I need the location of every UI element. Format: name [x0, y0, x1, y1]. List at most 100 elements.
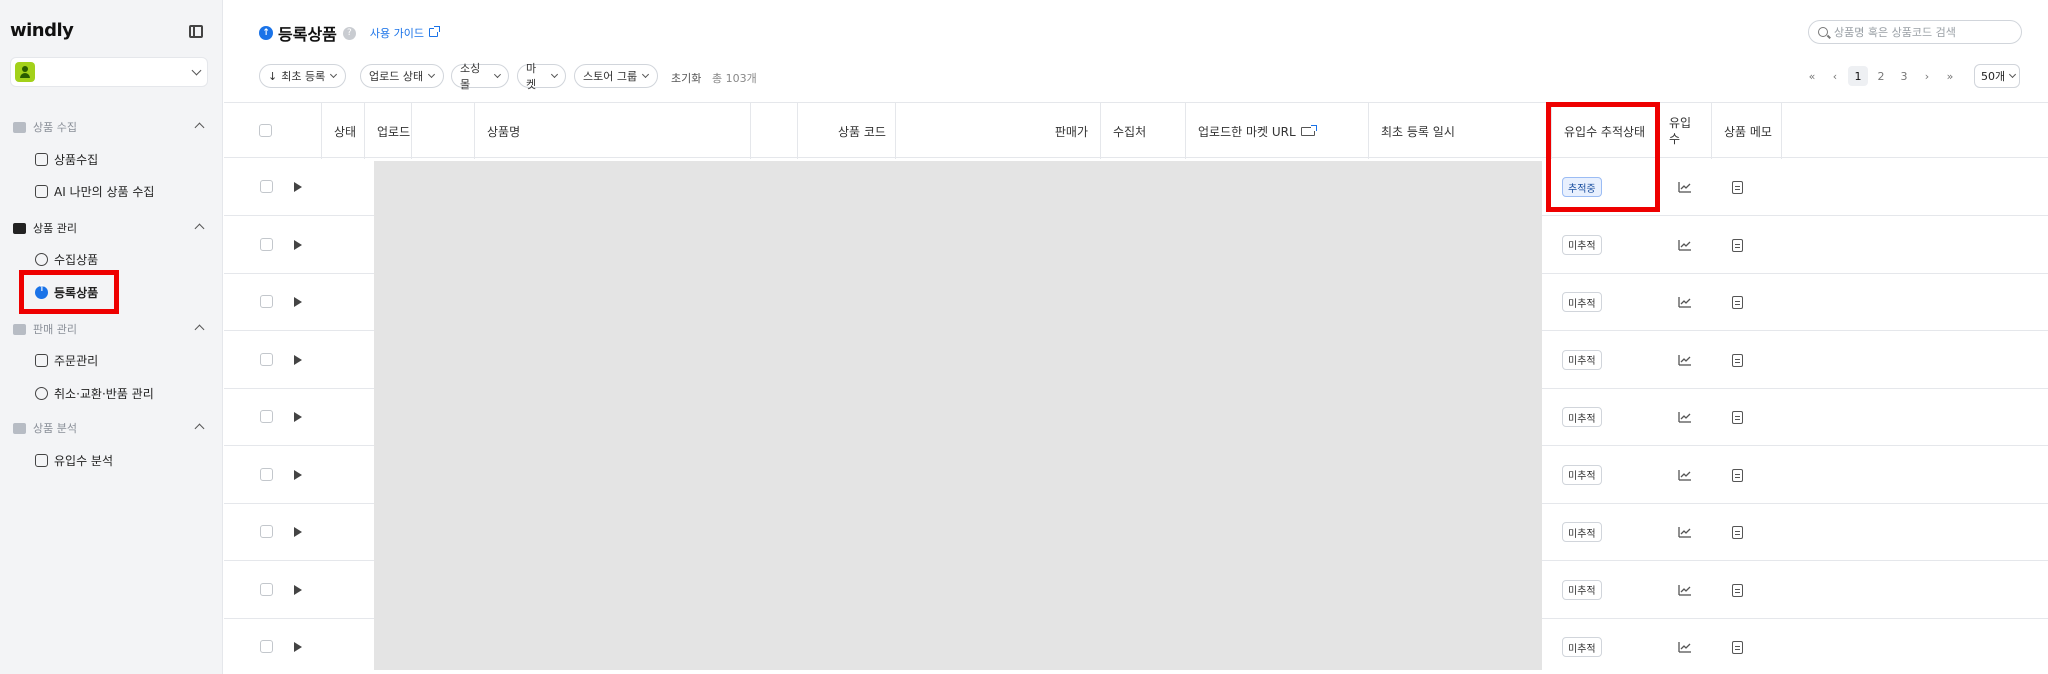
- memo-icon[interactable]: [1732, 411, 1743, 424]
- chevron-up-icon: [194, 223, 205, 234]
- header-memo[interactable]: 상품 메모: [1712, 103, 1782, 159]
- row-checkbox[interactable]: [260, 410, 273, 423]
- sidebar-item-ai-collect[interactable]: AI 나만의 상품 수집: [35, 181, 154, 201]
- memo-icon[interactable]: [1732, 468, 1743, 482]
- chart-icon[interactable]: [1678, 584, 1692, 596]
- row-checkbox[interactable]: [260, 525, 273, 538]
- tracking-status-badge[interactable]: 미추적: [1562, 407, 1602, 427]
- expand-icon[interactable]: [294, 584, 302, 595]
- help-icon[interactable]: ?: [342, 26, 356, 40]
- chart-icon[interactable]: [1678, 469, 1692, 481]
- store-group-filter[interactable]: 스토어 그룹: [574, 64, 658, 88]
- tracking-status-badge[interactable]: 미추적: [1562, 292, 1602, 312]
- memo-icon[interactable]: [1732, 181, 1743, 194]
- section-product-collect[interactable]: 상품 수집: [13, 119, 205, 135]
- header-product-code[interactable]: 상품 코드: [798, 103, 896, 159]
- header-traffic[interactable]: 유입 수: [1660, 103, 1712, 159]
- store-icon: [13, 323, 26, 335]
- tracking-status-badge[interactable]: 미추적: [1562, 522, 1602, 542]
- chart-icon[interactable]: [1678, 526, 1692, 538]
- sidebar-item-returns[interactable]: 취소·교환·반품 관리: [35, 383, 154, 403]
- chart-icon[interactable]: [1678, 296, 1692, 308]
- header-first-registered[interactable]: 최초 등록 일시: [1369, 103, 1552, 159]
- expand-icon[interactable]: [294, 642, 302, 652]
- market-filter[interactable]: 마켓: [517, 62, 566, 91]
- row-checkbox[interactable]: [260, 237, 273, 251]
- chevron-down-icon: [191, 65, 202, 76]
- sidebar: windly 상품 수집 상품수집 AI 나만의 상품 수집 상품 관리 수집상…: [0, 0, 223, 674]
- row-checkbox[interactable]: [260, 582, 273, 596]
- header-product-name[interactable]: 상품명: [475, 103, 751, 159]
- clipboard-check-icon: [13, 422, 26, 434]
- chart-icon[interactable]: [1678, 411, 1692, 423]
- chevron-down-icon: [330, 70, 338, 78]
- gift-icon: [13, 222, 26, 234]
- clipboard-icon: [35, 353, 48, 367]
- sidebar-item-traffic[interactable]: 유입수 분석: [35, 450, 113, 470]
- upload-status-filter[interactable]: 업로드 상태: [360, 64, 444, 88]
- row-checkbox[interactable]: [260, 467, 273, 481]
- memo-icon[interactable]: [1732, 526, 1743, 539]
- sort-filter[interactable]: ↓ 최초 등록: [259, 64, 346, 88]
- account-select[interactable]: [10, 57, 208, 87]
- first-page-button[interactable]: «: [1802, 66, 1822, 86]
- select-all-checkbox[interactable]: [259, 124, 272, 137]
- page-button[interactable]: 2: [1871, 66, 1891, 86]
- chart-icon[interactable]: [1678, 354, 1692, 366]
- section-title: 상품 분석: [33, 422, 77, 435]
- page-size-select[interactable]: 50개: [1974, 64, 2020, 88]
- tracking-status-badge[interactable]: 미추적: [1562, 579, 1602, 600]
- tracking-status-badge[interactable]: 미추적: [1562, 464, 1602, 485]
- header-upload[interactable]: 업로드: [365, 103, 412, 159]
- reset-button[interactable]: 초기화: [671, 70, 701, 86]
- sidebar-item-collect[interactable]: 상품수집: [35, 149, 98, 169]
- memo-icon[interactable]: [1732, 641, 1743, 654]
- sidebar-item-collected[interactable]: 수집상품: [35, 249, 98, 269]
- sidebar-item-orders[interactable]: 주문관리: [35, 350, 98, 370]
- prev-page-button[interactable]: ‹: [1825, 66, 1845, 86]
- page-button[interactable]: 1: [1848, 66, 1868, 86]
- search-input[interactable]: [1834, 25, 2014, 39]
- expand-icon[interactable]: [294, 469, 302, 480]
- sidebar-toggle-icon[interactable]: [189, 25, 203, 38]
- section-product-manage[interactable]: 상품 관리: [13, 220, 205, 236]
- chart-icon[interactable]: [1678, 641, 1692, 653]
- market-label: 마켓: [526, 62, 537, 91]
- memo-icon[interactable]: [1732, 296, 1743, 309]
- chart-icon[interactable]: [1678, 181, 1692, 193]
- expand-icon[interactable]: [294, 239, 302, 250]
- chevron-down-icon: [2009, 70, 2017, 78]
- expand-icon[interactable]: [294, 354, 302, 365]
- page-button[interactable]: 3: [1894, 66, 1914, 86]
- section-sales-manage[interactable]: 판매 관리: [13, 321, 205, 337]
- row-checkbox[interactable]: [260, 295, 273, 308]
- avatar: [15, 62, 35, 82]
- chevron-up-icon: [194, 423, 205, 434]
- last-page-button[interactable]: »: [1940, 66, 1960, 86]
- app-logo[interactable]: windly: [10, 20, 74, 41]
- tracking-status-badge[interactable]: 미추적: [1562, 234, 1602, 255]
- row-checkbox[interactable]: [260, 180, 273, 193]
- header-price[interactable]: 판매가: [896, 103, 1101, 159]
- row-checkbox[interactable]: [260, 352, 273, 366]
- guide-link[interactable]: 사용 가이드: [370, 25, 440, 41]
- expand-icon[interactable]: [294, 412, 302, 422]
- memo-icon[interactable]: [1732, 583, 1743, 597]
- tracking-status-badge[interactable]: 미추적: [1562, 349, 1602, 370]
- header-market-url[interactable]: 업로드한 마켓 URL: [1186, 103, 1369, 159]
- source-mall-filter[interactable]: 소싱몰: [451, 62, 509, 91]
- expand-icon[interactable]: [294, 297, 302, 307]
- expand-icon[interactable]: [294, 182, 302, 192]
- row-checkbox[interactable]: [260, 640, 273, 653]
- header-source[interactable]: 수집처: [1101, 103, 1186, 159]
- memo-icon[interactable]: [1732, 238, 1743, 252]
- header-status[interactable]: 상태: [322, 103, 365, 159]
- chevron-down-icon: [551, 70, 559, 78]
- expand-icon[interactable]: [294, 527, 302, 537]
- memo-icon[interactable]: [1732, 353, 1743, 367]
- next-page-button[interactable]: ›: [1917, 66, 1937, 86]
- tracking-status-badge[interactable]: 미추적: [1562, 637, 1602, 657]
- section-product-analysis[interactable]: 상품 분석: [13, 420, 205, 436]
- search-box[interactable]: [1808, 20, 2022, 44]
- chart-icon[interactable]: [1678, 239, 1692, 251]
